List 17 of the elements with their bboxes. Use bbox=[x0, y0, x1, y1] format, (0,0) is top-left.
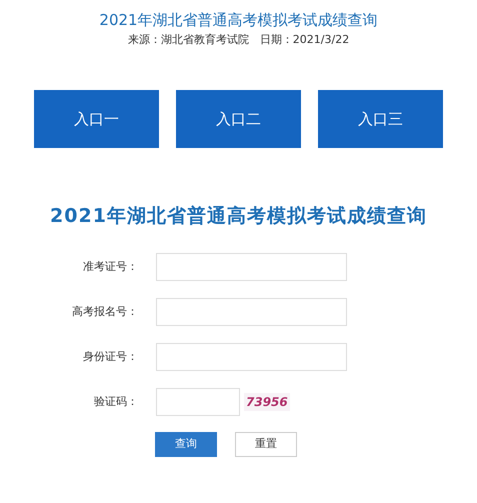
captcha-code: 73956 bbox=[244, 393, 290, 411]
input-field[interactable] bbox=[156, 388, 240, 416]
field-label: 身份证号： bbox=[82, 348, 139, 365]
reset-button[interactable]: 重置 bbox=[235, 432, 297, 457]
form-heading: 2021年湖北省普通高考模拟考试成绩查询 bbox=[50, 204, 427, 229]
entry-button[interactable]: 入口三 bbox=[318, 90, 443, 148]
field-label: 准考证号： bbox=[82, 258, 139, 275]
input-field[interactable] bbox=[156, 343, 347, 371]
query-button[interactable]: 查询 bbox=[155, 432, 217, 457]
entry-button[interactable]: 入口二 bbox=[176, 90, 301, 148]
input-field[interactable] bbox=[156, 298, 347, 326]
entry-button[interactable]: 入口一 bbox=[34, 90, 159, 148]
article-meta: 来源：湖北省教育考试院 日期：2021/3/22 bbox=[128, 33, 350, 47]
input-field[interactable] bbox=[156, 253, 347, 281]
field-label: 验证码： bbox=[93, 394, 139, 410]
field-label: 高考报名号： bbox=[71, 304, 139, 320]
article-title: 2021年湖北省普通高考模拟考试成绩查询 bbox=[99, 10, 378, 30]
